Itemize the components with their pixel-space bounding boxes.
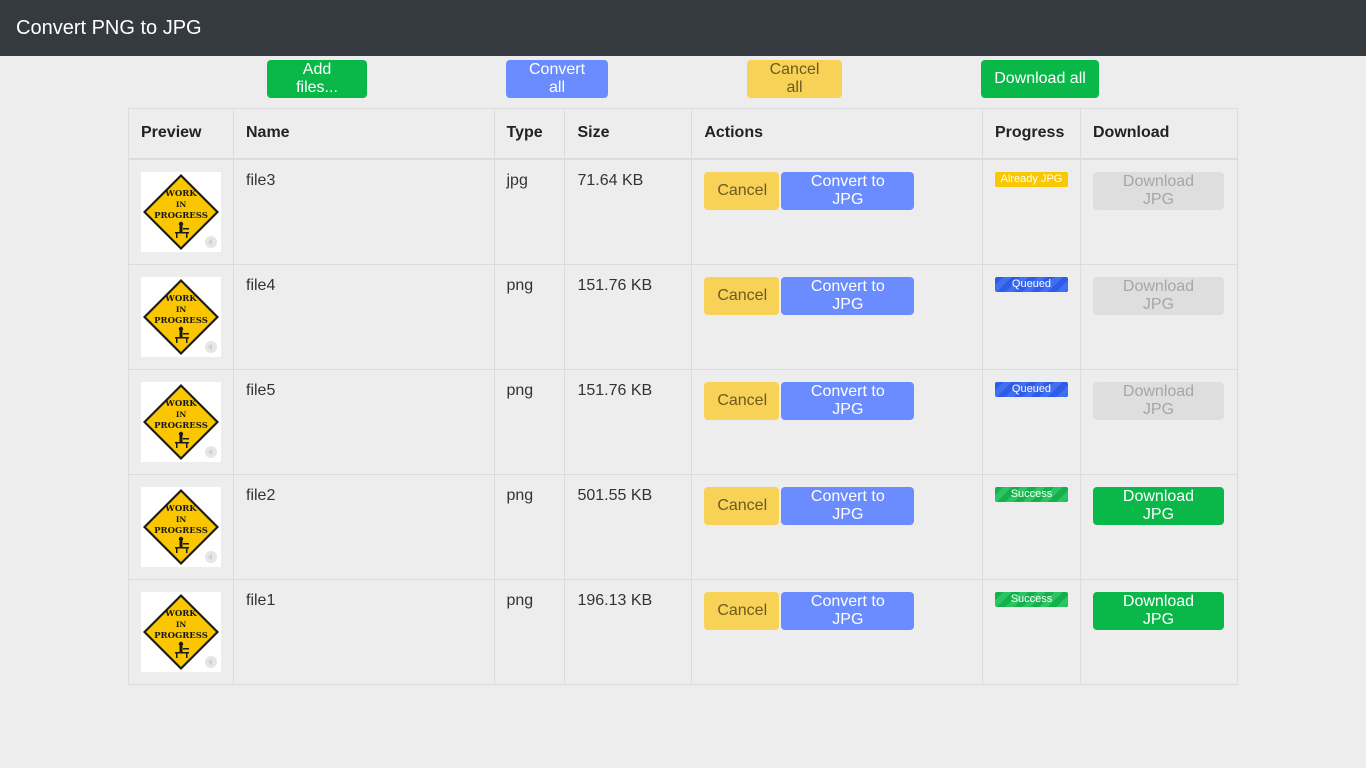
file-size: 151.76 KB <box>564 263 693 370</box>
preview-cell: WORK IN PROGRESS <box>128 368 234 475</box>
file-name: file1 <box>233 578 495 685</box>
header-download: Download <box>1079 108 1239 160</box>
download-cell: Download JPG <box>1079 473 1239 580</box>
header-actions: Actions <box>691 108 983 160</box>
files-table: Preview Name Type Size Actions Progress … <box>128 108 1239 685</box>
svg-text:PROGRESS: PROGRESS <box>154 526 208 536</box>
convert-all-button[interactable]: Convert all <box>506 60 608 98</box>
actions-cell: CancelConvert to JPG <box>691 158 983 265</box>
work-in-progress-sign-icon: WORK IN PROGRESS <box>141 276 221 357</box>
status-badge: Success <box>994 486 1068 502</box>
svg-text:PROGRESS: PROGRESS <box>154 211 208 221</box>
svg-text:PROGRESS: PROGRESS <box>154 421 208 431</box>
svg-text:IN: IN <box>176 305 187 314</box>
file-name: file5 <box>233 368 495 475</box>
app-title: Convert PNG to JPG <box>16 16 202 39</box>
download-all-button[interactable]: Download all <box>981 60 1099 98</box>
preview-cell: WORK IN PROGRESS <box>128 578 234 685</box>
file-size: 151.76 KB <box>564 368 693 475</box>
file-type: png <box>493 473 566 580</box>
table-row: WORK IN PROGRESS file3 jpg 71.64 KB Canc… <box>128 158 1239 265</box>
actions-cell: CancelConvert to JPG <box>691 473 983 580</box>
file-type: png <box>493 368 566 475</box>
header-progress: Progress <box>981 108 1081 160</box>
status-badge: Queued <box>994 276 1068 292</box>
download-cell: Download JPG <box>1079 263 1239 370</box>
download-jpg-button[interactable]: Download JPG <box>1092 591 1224 630</box>
file-name: file3 <box>233 158 495 265</box>
header-size: Size <box>564 108 693 160</box>
convert-to-jpg-button[interactable]: Convert to JPG <box>781 591 915 630</box>
status-badge: Already JPG <box>994 171 1068 187</box>
progress-cell: Queued <box>981 368 1081 475</box>
navbar: Convert PNG to JPG <box>0 0 1366 56</box>
convert-to-jpg-button[interactable]: Convert to JPG <box>781 171 915 210</box>
progress-cell: Queued <box>981 263 1081 370</box>
header-preview: Preview <box>128 108 234 160</box>
preview-cell: WORK IN PROGRESS <box>128 473 234 580</box>
svg-text:IN: IN <box>176 200 187 209</box>
file-size: 196.13 KB <box>564 578 693 685</box>
cancel-button[interactable]: Cancel <box>704 171 780 210</box>
svg-text:WORK: WORK <box>164 504 197 514</box>
download-jpg-button[interactable]: Download JPG <box>1092 276 1224 315</box>
file-type: png <box>493 578 566 685</box>
progress-cell: Already JPG <box>981 158 1081 265</box>
status-badge: Success <box>994 591 1068 607</box>
convert-to-jpg-button[interactable]: Convert to JPG <box>781 486 915 525</box>
convert-to-jpg-button[interactable]: Convert to JPG <box>781 276 915 315</box>
status-badge: Queued <box>994 381 1068 397</box>
cancel-all-button[interactable]: Cancel all <box>747 60 842 98</box>
progress-cell: Success <box>981 578 1081 685</box>
file-name: file2 <box>233 473 495 580</box>
actions-cell: CancelConvert to JPG <box>691 263 983 370</box>
cancel-button[interactable]: Cancel <box>704 591 780 630</box>
svg-text:WORK: WORK <box>164 294 197 304</box>
preview-cell: WORK IN PROGRESS <box>128 158 234 265</box>
svg-text:IN: IN <box>176 620 187 629</box>
cancel-button[interactable]: Cancel <box>704 276 780 315</box>
table-row: WORK IN PROGRESS file2 png 501.55 KB Can… <box>128 473 1239 580</box>
svg-text:PROGRESS: PROGRESS <box>154 316 208 326</box>
file-type: png <box>493 263 566 370</box>
work-in-progress-sign-icon: WORK IN PROGRESS <box>141 381 221 462</box>
download-cell: Download JPG <box>1079 368 1239 475</box>
add-files-button[interactable]: Add files... <box>267 60 367 98</box>
file-type: jpg <box>493 158 566 265</box>
svg-text:WORK: WORK <box>164 609 197 619</box>
work-in-progress-sign-icon: WORK IN PROGRESS <box>141 486 221 567</box>
download-jpg-button[interactable]: Download JPG <box>1092 171 1224 210</box>
table-header-row: Preview Name Type Size Actions Progress … <box>128 108 1239 160</box>
svg-text:PROGRESS: PROGRESS <box>154 631 208 641</box>
work-in-progress-sign-icon: WORK IN PROGRESS <box>141 171 221 252</box>
convert-to-jpg-button[interactable]: Convert to JPG <box>781 381 915 420</box>
preview-cell: WORK IN PROGRESS <box>128 263 234 370</box>
svg-text:IN: IN <box>176 515 187 524</box>
work-in-progress-sign-icon: WORK IN PROGRESS <box>141 591 221 672</box>
progress-cell: Success <box>981 473 1081 580</box>
actions-cell: CancelConvert to JPG <box>691 368 983 475</box>
download-jpg-button[interactable]: Download JPG <box>1092 381 1224 420</box>
cancel-button[interactable]: Cancel <box>704 486 780 525</box>
actions-cell: CancelConvert to JPG <box>691 578 983 685</box>
table-row: WORK IN PROGRESS file4 png 151.76 KB Can… <box>128 263 1239 370</box>
header-type: Type <box>493 108 566 160</box>
cancel-button[interactable]: Cancel <box>704 381 780 420</box>
svg-text:WORK: WORK <box>164 399 197 409</box>
svg-text:WORK: WORK <box>164 189 197 199</box>
file-size: 71.64 KB <box>564 158 693 265</box>
table-row: WORK IN PROGRESS file1 png 196.13 KB Can… <box>128 578 1239 685</box>
header-name: Name <box>233 108 495 160</box>
file-name: file4 <box>233 263 495 370</box>
toolbar: Add files... Convert all Cancel all Down… <box>0 56 1366 108</box>
download-cell: Download JPG <box>1079 158 1239 265</box>
table-row: WORK IN PROGRESS file5 png 151.76 KB Can… <box>128 368 1239 475</box>
file-size: 501.55 KB <box>564 473 693 580</box>
download-cell: Download JPG <box>1079 578 1239 685</box>
download-jpg-button[interactable]: Download JPG <box>1092 486 1224 525</box>
svg-text:IN: IN <box>176 410 187 419</box>
